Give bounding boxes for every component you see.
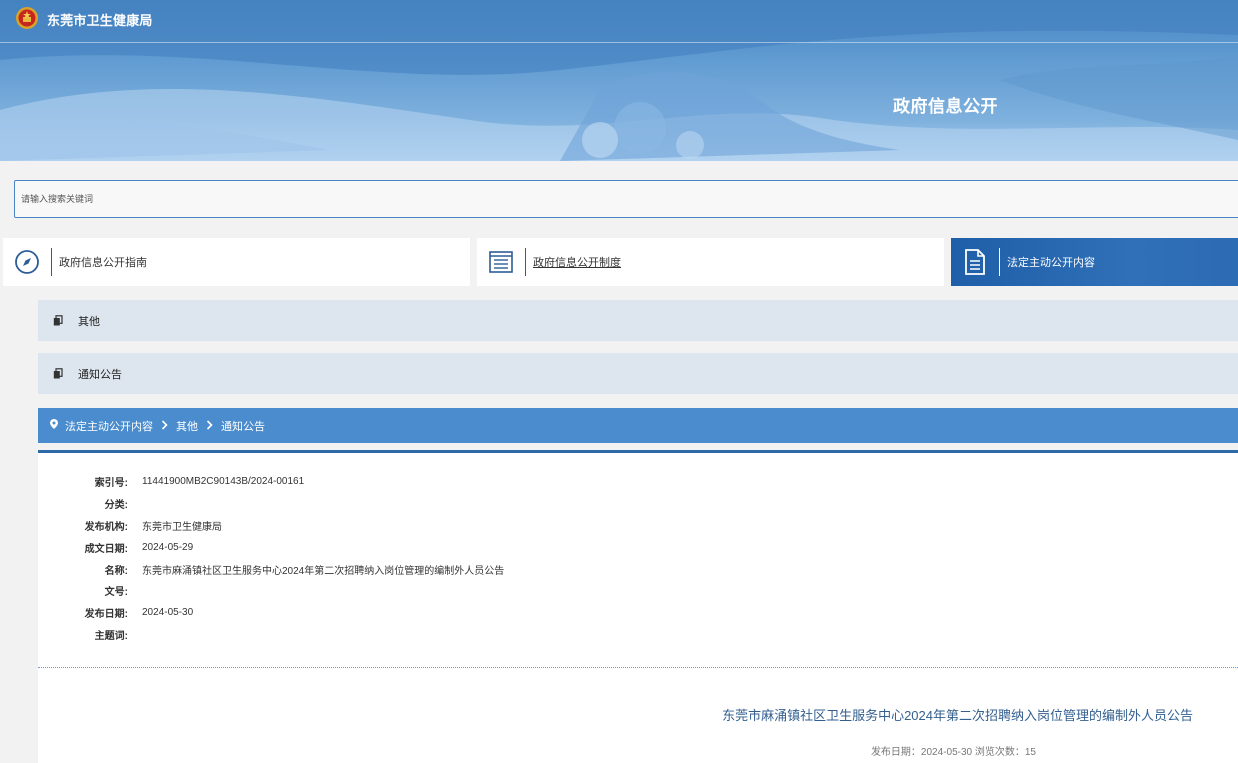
compass-icon — [3, 238, 51, 286]
category-item-other[interactable]: 其他 — [38, 300, 1238, 341]
location-pin-icon — [50, 419, 58, 432]
metadata-table: 索引号: 11441900MB2C90143B/2024-00161 分类: 发… — [38, 471, 1238, 645]
meta-row-publisher: 发布机构: 东莞市卫生健康局 — [38, 515, 1238, 537]
meta-row-index-number: 索引号: 11441900MB2C90143B/2024-00161 — [38, 471, 1238, 493]
chevron-right-icon — [206, 419, 213, 433]
tab-statutory-content[interactable]: 法定主动公开内容 — [951, 238, 1238, 286]
meta-row-doc-number: 文号: — [38, 580, 1238, 602]
tab-label: 政府信息公开制度 — [533, 257, 621, 269]
breadcrumb-link-notices[interactable]: 通知公告 — [221, 418, 265, 434]
category-label: 其他 — [78, 315, 100, 328]
meta-value: 东莞市麻涌镇社区卫生服务中心2024年第二次招聘纳入岗位管理的编制外人员公告 — [142, 565, 505, 577]
search-input[interactable] — [15, 181, 1238, 217]
meta-key: 分类: — [104, 500, 128, 512]
tab-label: 法定主动公开内容 — [1007, 257, 1095, 269]
tab-disclosure-guide[interactable]: 政府信息公开指南 — [3, 238, 470, 286]
meta-key: 发布日期: — [84, 609, 128, 621]
meta-key: 主题词: — [94, 630, 128, 642]
national-emblem-icon — [16, 7, 38, 29]
meta-value: 东莞市卫生健康局 — [142, 521, 222, 533]
chevron-right-icon — [161, 419, 168, 433]
tab-divider — [51, 248, 52, 276]
meta-row-keywords: 主题词: — [38, 624, 1238, 646]
copy-icon — [38, 315, 78, 326]
meta-key: 名称: — [104, 565, 128, 577]
meta-key: 成文日期: — [84, 543, 128, 555]
breadcrumb-link-statutory[interactable]: 法定主动公开内容 — [65, 418, 153, 434]
content-panel: 索引号: 11441900MB2C90143B/2024-00161 分类: 发… — [38, 450, 1238, 763]
meta-key: 索引号: — [94, 478, 128, 490]
tab-divider — [525, 248, 526, 276]
category-label: 通知公告 — [78, 368, 122, 381]
meta-row-category: 分类: — [38, 493, 1238, 515]
meta-key: 文号: — [104, 587, 128, 599]
meta-row-publish-date: 发布日期: 2024-05-30 — [38, 602, 1238, 624]
category-item-notices[interactable]: 通知公告 — [38, 353, 1238, 394]
banner-title: 政府信息公开 — [893, 97, 998, 116]
meta-row-name: 名称: 东莞市麻涌镇社区卫生服务中心2024年第二次招聘纳入岗位管理的编制外人员… — [38, 558, 1238, 580]
meta-value: 2024-05-29 — [142, 541, 194, 553]
breadcrumb: 法定主动公开内容 其他 通知公告 — [38, 408, 1238, 443]
publish-info: 发布日期：2024-05-30 浏览次数：15 — [870, 747, 1036, 758]
meta-value: 2024-05-30 — [142, 607, 194, 619]
meta-row-written-date: 成文日期: 2024-05-29 — [38, 536, 1238, 558]
list-icon — [477, 238, 525, 286]
document-title: 东莞市麻涌镇社区卫生服务中心2024年第二次招聘纳入岗位管理的编制外人员公告 — [722, 708, 1193, 723]
tab-label: 政府信息公开指南 — [59, 257, 147, 269]
header-banner: 东莞市卫生健康局 政府信息公开 — [0, 0, 1238, 161]
meta-value: 11441900MB2C90143B/2024-00161 — [142, 476, 305, 488]
search-box — [14, 180, 1238, 218]
copy-icon — [38, 368, 78, 379]
site-name[interactable]: 东莞市卫生健康局 — [47, 10, 153, 29]
breadcrumb-link-other[interactable]: 其他 — [176, 418, 198, 434]
top-bar: 东莞市卫生健康局 — [0, 0, 1238, 43]
tab-disclosure-system[interactable]: 政府信息公开制度 — [477, 238, 944, 286]
meta-key: 发布机构: — [84, 521, 128, 533]
document-icon — [951, 238, 999, 286]
tab-divider — [999, 248, 1000, 276]
dotted-divider — [38, 667, 1238, 668]
